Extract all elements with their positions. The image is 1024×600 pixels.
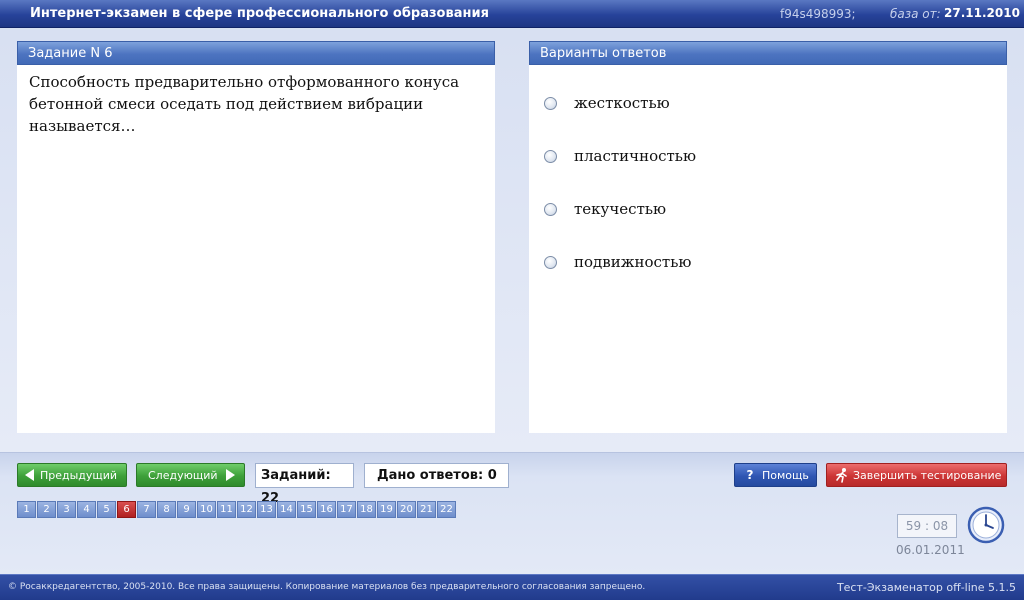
clock-icon — [967, 506, 1005, 544]
page-button-15[interactable]: 15 — [297, 501, 316, 518]
arrow-right-icon — [225, 469, 235, 481]
current-date: 06.01.2011 — [896, 543, 965, 557]
page-button-10[interactable]: 10 — [197, 501, 216, 518]
page-button-19[interactable]: 19 — [377, 501, 396, 518]
page-button-6[interactable]: 6 — [117, 501, 136, 518]
next-label: Следующий — [148, 468, 218, 482]
answer-option-3[interactable]: текучестью — [544, 199, 666, 219]
timer-display: 59 : 08 — [897, 514, 957, 538]
question-text: Способность предварительно отформованног… — [29, 73, 460, 135]
page-button-7[interactable]: 7 — [137, 501, 156, 518]
app-title: Интернет-экзамен в сфере профессионально… — [30, 6, 489, 21]
tasks-count: Заданий: 22 — [255, 463, 354, 506]
footer-bar: © Росаккредагентство, 2005-2010. Все пра… — [0, 574, 1024, 600]
radio-button[interactable] — [544, 202, 557, 216]
radio-button[interactable] — [544, 255, 557, 269]
answer-label[interactable]: жесткостью — [574, 94, 670, 112]
page-button-20[interactable]: 20 — [397, 501, 416, 518]
page-button-3[interactable]: 3 — [57, 501, 76, 518]
prev-label: Предыдущий — [40, 468, 118, 482]
page-button-1[interactable]: 1 — [17, 501, 36, 518]
base-date-label: база от: — [890, 7, 941, 21]
arrow-left-icon — [25, 469, 34, 481]
answers-given: Дано ответов: 0 — [364, 463, 509, 488]
finish-button[interactable]: Завершить тестирование — [826, 463, 1007, 487]
page-button-12[interactable]: 12 — [237, 501, 256, 518]
question-icon: ? — [746, 468, 754, 482]
help-label: Помощь — [762, 468, 809, 482]
prev-button[interactable]: Предыдущий — [17, 463, 127, 487]
answer-option-1[interactable]: жесткостью — [544, 93, 670, 113]
page-button-4[interactable]: 4 — [77, 501, 96, 518]
answer-label[interactable]: подвижностью — [574, 253, 691, 271]
running-man-icon — [836, 468, 847, 483]
page-button-17[interactable]: 17 — [337, 501, 356, 518]
session-code: f94s498993; — [780, 7, 856, 21]
task-panel: Задание N 6 Способность предварительно о… — [17, 41, 495, 433]
page-button-14[interactable]: 14 — [277, 501, 296, 518]
page-button-2[interactable]: 2 — [37, 501, 56, 518]
answer-option-2[interactable]: пластичностью — [544, 146, 696, 166]
next-button[interactable]: Следующий — [136, 463, 245, 487]
answer-label[interactable]: пластичностью — [574, 147, 696, 165]
task-heading: Задание N 6 — [17, 41, 495, 65]
finish-label: Завершить тестирование — [853, 468, 1002, 482]
page-button-21[interactable]: 21 — [417, 501, 436, 518]
radio-button[interactable] — [544, 96, 557, 110]
page-button-8[interactable]: 8 — [157, 501, 176, 518]
help-button[interactable]: ? Помощь — [734, 463, 817, 487]
radio-button[interactable] — [544, 149, 557, 163]
task-pagination: 1 2 3 4 5 6 7 8 9 10 11 12 13 14 15 16 17 18 19 20 21 22 — [17, 501, 457, 518]
answer-option-4[interactable]: подвижностью — [544, 252, 691, 272]
page-button-18[interactable]: 18 — [357, 501, 376, 518]
page-button-16[interactable]: 16 — [317, 501, 336, 518]
title-bar: Интернет-экзамен в сфере профессионально… — [0, 0, 1024, 28]
copyright-text: © Росаккредагентство, 2005-2010. Все пра… — [8, 582, 646, 592]
answer-label[interactable]: текучестью — [574, 200, 666, 218]
answers-panel: Варианты ответов жесткостью пластичность… — [529, 41, 1007, 433]
page-button-13[interactable]: 13 — [257, 501, 276, 518]
answers-heading: Варианты ответов — [529, 41, 1007, 65]
page-button-9[interactable]: 9 — [177, 501, 196, 518]
page-button-11[interactable]: 11 — [217, 501, 236, 518]
page-button-5[interactable]: 5 — [97, 501, 116, 518]
base-date: 27.11.2010 — [944, 6, 1020, 20]
version-text: Тест-Экзаменатор off-line 5.1.5 — [836, 581, 1016, 594]
page-button-22[interactable]: 22 — [437, 501, 456, 518]
